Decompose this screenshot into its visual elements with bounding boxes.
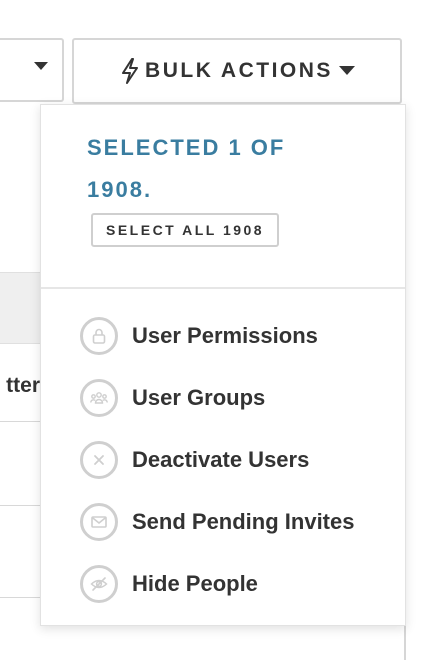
- divider: [404, 620, 406, 660]
- menu-item-label: Deactivate Users: [132, 447, 310, 472]
- caret-down-icon: [338, 65, 355, 75]
- menu-item-label: User Groups: [132, 385, 266, 410]
- x-icon: [80, 441, 118, 479]
- bulk-actions-dropdown: SELECTED 1 OF 1908. SELECT ALL 1908 User…: [40, 104, 406, 626]
- bulk-actions-button[interactable]: BULK ACTIONS: [72, 38, 402, 104]
- selected-count-text: SELECTED 1 OF 1908.: [87, 135, 286, 202]
- eye-slash-icon: [80, 565, 118, 603]
- menu-item-label: Hide People: [132, 571, 258, 596]
- menu-item-send-pending-invites[interactable]: Send Pending Invites: [41, 491, 405, 553]
- bulk-actions-label: BULK ACTIONS: [145, 59, 333, 82]
- lock-icon: [80, 317, 118, 355]
- menu-item-label: Send Pending Invites: [132, 509, 355, 534]
- table-row[interactable]: [0, 422, 40, 506]
- caret-down-icon: [34, 62, 48, 70]
- table-header-row: [0, 272, 40, 344]
- people-icon: [80, 379, 118, 417]
- lightning-bolt-icon: [122, 58, 139, 84]
- table-cell-text: tter: [6, 374, 40, 397]
- selection-summary: SELECTED 1 OF 1908. SELECT ALL 1908: [41, 105, 405, 289]
- bulk-actions-menu: User Permissions User Groups Deactivate …: [41, 305, 405, 615]
- select-all-button[interactable]: SELECT ALL 1908: [91, 213, 280, 247]
- menu-item-deactivate-users[interactable]: Deactivate Users: [41, 429, 405, 491]
- table-row[interactable]: [0, 506, 40, 598]
- menu-item-user-permissions[interactable]: User Permissions: [41, 305, 405, 367]
- table-row[interactable]: tter: [0, 344, 40, 422]
- menu-item-label: User Permissions: [132, 323, 318, 348]
- menu-item-user-groups[interactable]: User Groups: [41, 367, 405, 429]
- envelope-icon: [80, 503, 118, 541]
- filter-button-partial[interactable]: [0, 38, 64, 102]
- menu-item-hide-people[interactable]: Hide People: [41, 553, 405, 615]
